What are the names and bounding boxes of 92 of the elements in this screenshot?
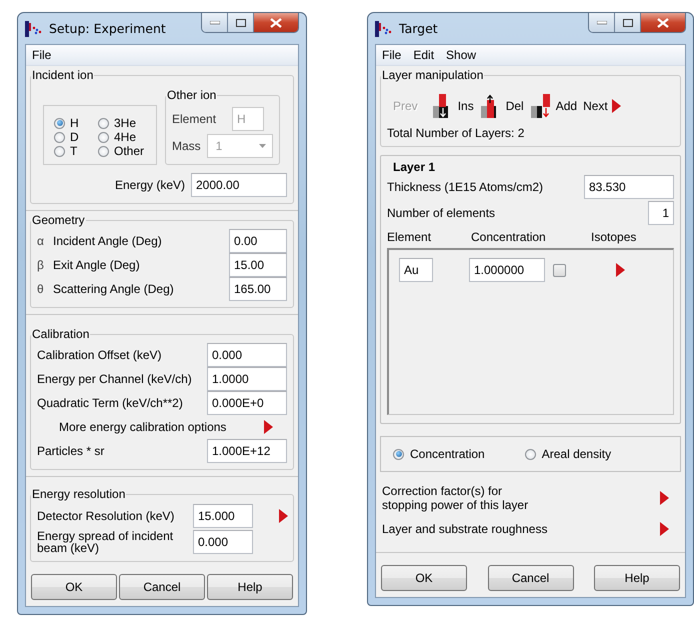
field-label: Element	[172, 112, 216, 126]
minimize-icon	[596, 20, 606, 24]
group-label: Incident ion	[31, 68, 94, 82]
next-button[interactable]: Next	[583, 99, 635, 113]
arrow-right-icon[interactable]	[264, 420, 273, 434]
radio-option[interactable]: H	[54, 116, 98, 130]
window-title: Target	[399, 21, 439, 36]
radio-option[interactable]: Other	[98, 144, 150, 158]
option-label: Correction factor(s) for stopping power of this layer	[382, 484, 530, 512]
field-label: Quadratic Term (keV/ch**2)	[37, 396, 184, 410]
calibration-field[interactable]: 1.0000	[207, 367, 287, 391]
calibration-field[interactable]: 0.000E+0	[207, 391, 287, 415]
maximize-icon	[236, 18, 246, 26]
close-button[interactable]	[254, 13, 298, 32]
radio-option[interactable]: 3He	[98, 116, 150, 130]
resolution-field[interactable]: 15.000	[193, 504, 253, 528]
group-label: Calibration	[31, 327, 90, 341]
radio-option[interactable]: D	[54, 130, 98, 144]
radio-option[interactable]: 4He	[98, 130, 150, 144]
radio-option[interactable]: T	[54, 144, 98, 158]
add-button[interactable]: Add	[530, 94, 578, 118]
layer-title: Layer 1	[393, 160, 436, 174]
maximize-icon	[622, 18, 632, 26]
dialog-button[interactable]: Cancel	[488, 565, 574, 591]
angle-symbol: θ	[37, 282, 45, 296]
dialog-button[interactable]: Help	[594, 565, 680, 591]
insert-button[interactable]: Ins	[432, 94, 474, 118]
radio-option[interactable]: Areal density	[524, 447, 612, 461]
arrow-right-icon[interactable]	[279, 509, 288, 523]
menu-item[interactable]: File	[382, 48, 402, 62]
menu-item[interactable]: File	[32, 48, 52, 62]
options-link[interactable]: More energy calibration options	[59, 420, 264, 434]
minimize-icon	[210, 20, 220, 24]
maximize-button[interactable]	[228, 13, 254, 32]
menu-item[interactable]: Show	[446, 48, 476, 62]
delete-button[interactable]: Del	[480, 94, 524, 118]
field-label: Calibration Offset (keV)	[37, 348, 162, 362]
angle-symbol: β	[37, 258, 45, 272]
app-icon	[25, 20, 43, 36]
dialog-button[interactable]: OK	[31, 574, 117, 600]
dialog-button[interactable]: Help	[207, 574, 293, 600]
angle-field[interactable]: 15.00	[229, 253, 287, 277]
dialog-button[interactable]: OK	[381, 565, 467, 591]
close-icon	[657, 18, 669, 28]
layer-count-text: Total Number of Layers: 2	[387, 126, 526, 140]
element-count-field[interactable]: 1	[648, 201, 674, 225]
field-label: Incident Angle (Deg)	[53, 234, 163, 248]
minimize-button[interactable]	[589, 13, 615, 32]
thickness-field[interactable]: 83.530	[584, 175, 674, 199]
field-label: Thickness (1E15 Atoms/cm2)	[387, 180, 544, 194]
element-field[interactable]: Au	[399, 258, 433, 282]
field-label: Number of elements	[387, 206, 496, 220]
minimize-button[interactable]	[202, 13, 228, 32]
field-label: Energy spread of incident beam (keV)	[37, 530, 174, 554]
group-label: Geometry	[31, 213, 86, 227]
concentration-field[interactable]: 1.000000	[469, 258, 545, 282]
app-icon	[375, 20, 393, 36]
field-label: Detector Resolution (keV)	[37, 510, 176, 522]
calibration-field[interactable]: 0.000	[207, 343, 287, 367]
resolution-field[interactable]: 0.000	[193, 530, 253, 554]
group-label: Other ion	[166, 88, 218, 102]
field-label: Energy (keV)	[114, 178, 185, 192]
radio-option[interactable]: Concentration	[393, 447, 485, 461]
maximize-button[interactable]	[615, 13, 641, 32]
field-label: Exit Angle (Deg)	[53, 258, 141, 272]
field-label: Scattering Angle (Deg)	[53, 282, 175, 296]
column-header: Concentration	[471, 230, 547, 244]
arrow-right-icon[interactable]	[660, 491, 669, 505]
option-label: Layer and substrate roughness	[382, 522, 548, 536]
field-label: Particles * sr	[37, 444, 106, 458]
arrow-right-icon	[612, 99, 621, 113]
column-header: Element	[387, 230, 432, 244]
group-label: Layer manipulation	[381, 68, 484, 82]
close-icon	[270, 18, 282, 28]
dialog-button[interactable]: Cancel	[119, 574, 205, 600]
energy-field[interactable]: 2000.00	[191, 173, 287, 197]
arrow-right-icon[interactable]	[660, 522, 669, 536]
close-button[interactable]	[641, 13, 685, 32]
field-label: Mass	[172, 139, 201, 153]
group-label: Energy resolution	[31, 487, 126, 501]
calibration-field[interactable]: 1.000E+12	[207, 439, 287, 463]
arrow-right-icon[interactable]	[616, 263, 625, 277]
dropdown-caret-icon	[258, 144, 266, 148]
column-header: Isotopes	[591, 230, 638, 244]
angle-symbol: α	[37, 234, 45, 248]
angle-field[interactable]: 165.00	[229, 277, 287, 301]
field-label: Energy per Channel (keV/ch)	[37, 372, 193, 386]
menu-item[interactable]: Edit	[413, 48, 434, 62]
checkbox[interactable]	[553, 264, 566, 276]
window-title: Setup: Experiment	[49, 21, 167, 36]
layer-stack-icon	[530, 94, 552, 118]
angle-field[interactable]: 0.00	[229, 229, 287, 253]
